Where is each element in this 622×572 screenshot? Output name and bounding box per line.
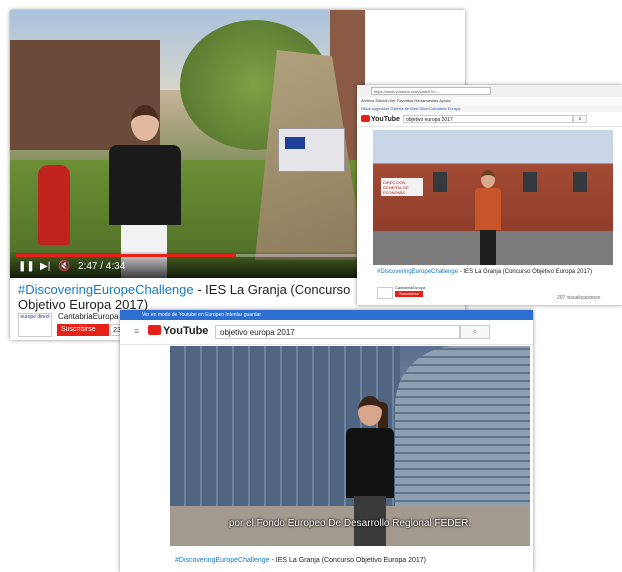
view-count: 207 visualizaciones xyxy=(557,295,601,301)
building-window xyxy=(523,172,537,192)
subscribe-button[interactable]: Suscribirse xyxy=(57,324,109,336)
progress-fill xyxy=(16,254,236,257)
video-player[interactable]: por el Fondo Europeo De Desarrollo Regio… xyxy=(170,346,530,546)
channel-avatar[interactable] xyxy=(377,287,393,299)
video-player[interactable]: ❚❚ ▶| 🔇 2:47 / 4:34 xyxy=(10,10,365,278)
subscribe-button[interactable]: Suscribirse xyxy=(395,291,423,297)
screenshot-2: https://www.youtube.com/watch?v=... Arch… xyxy=(357,85,622,305)
video-frame-tower xyxy=(395,346,530,516)
building-window xyxy=(573,172,587,192)
hashtag-link[interactable]: #DiscoveringEuropeChallenge xyxy=(175,557,270,564)
video-frame-hydrant xyxy=(38,165,70,245)
address-bar[interactable]: https://www.youtube.com/watch?v=... xyxy=(371,87,491,95)
next-icon[interactable]: ▶| xyxy=(40,261,50,273)
youtube-play-icon xyxy=(148,325,161,335)
player-controls: ❚❚ ▶| 🔇 2:47 / 4:34 xyxy=(10,252,365,278)
video-title-text: - IES La Granja (Concurso Objetivo Europ… xyxy=(458,269,593,275)
favorites-bar[interactable]: Sitios sugeridos Galería de Web Slice Ca… xyxy=(357,105,622,112)
time-display: 2:47 / 4:34 xyxy=(78,261,126,272)
video-player[interactable]: DIRECCIÓN GENERAL DE ECONOMÍA xyxy=(373,130,613,265)
screenshot-3: Ver en modo de Youtube en Europeo Intent… xyxy=(120,310,533,572)
volume-muted-icon[interactable]: 🔇 xyxy=(58,261,70,273)
search-icon[interactable]: ⌕ xyxy=(460,325,490,339)
subtitle-caption: por el Fondo Europeo De Desarrollo Regio… xyxy=(228,518,472,529)
channel-name[interactable]: CantabriaEuropa xyxy=(58,312,118,321)
channel-name[interactable]: CantabriaEuropa xyxy=(395,285,425,290)
video-frame-plaque xyxy=(278,128,345,172)
youtube-play-icon xyxy=(361,115,370,122)
building-window xyxy=(433,172,447,192)
channel-avatar[interactable]: europe direct xyxy=(18,313,52,337)
search-input[interactable]: objetivo europa 2017 xyxy=(403,115,573,123)
progress-bar[interactable] xyxy=(16,254,359,257)
pause-icon[interactable]: ❚❚ xyxy=(18,261,35,273)
menu-icon[interactable]: ≡ xyxy=(134,326,139,336)
youtube-notice-bar: Ver en modo de Youtube en Europeo Intent… xyxy=(120,310,533,320)
browser-menu-bar[interactable]: Archivo Edición Ver Favoritos Herramient… xyxy=(357,97,622,105)
video-title-text: - IES La Granja (Concurso Objetivo Europ… xyxy=(269,557,426,564)
youtube-header: ≡ YouTube objetivo europa 2017 ⌕ xyxy=(120,320,533,345)
video-title: #DiscoveringEuropeChallenge - IES La Gra… xyxy=(377,269,597,276)
search-icon[interactable]: ⌕ xyxy=(573,115,587,123)
hashtag-link[interactable]: #DiscoveringEuropeChallenge xyxy=(18,282,194,297)
video-title: #DiscoveringEuropeChallenge - IES La Gra… xyxy=(18,282,358,312)
video-title: #DiscoveringEuropeChallenge - IES La Gra… xyxy=(175,556,495,565)
youtube-logo[interactable]: YouTube xyxy=(361,115,400,123)
hashtag-link[interactable]: #DiscoveringEuropeChallenge xyxy=(377,269,458,275)
search-input[interactable]: objetivo europa 2017 xyxy=(215,325,460,339)
youtube-header: YouTube objetivo europa 2017 ⌕ xyxy=(357,112,622,127)
building-sign: DIRECCIÓN GENERAL DE ECONOMÍA xyxy=(381,178,423,196)
youtube-logo[interactable]: YouTube xyxy=(148,325,208,337)
video-frame-presenter xyxy=(473,170,503,265)
eu-flag-icon xyxy=(285,137,305,149)
